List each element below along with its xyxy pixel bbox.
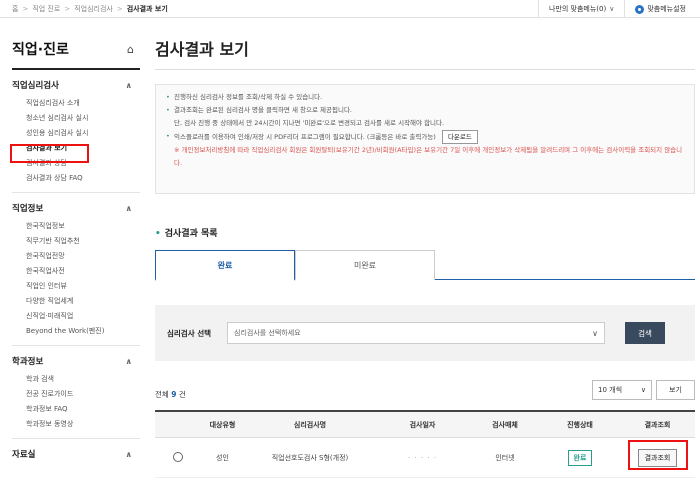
notice-line: 단, 검사 진행 중 상태에서 만 24시간이 지나면 '미완료'으로 변경되고…: [174, 119, 445, 127]
count-suffix: 건: [178, 390, 186, 399]
tab-complete[interactable]: 완료: [155, 250, 295, 281]
column-header: 대상유형: [209, 420, 236, 429]
menu-setting-label: 맞춤메뉴설정: [647, 5, 686, 13]
breadcrumb-home[interactable]: 홈: [12, 4, 18, 14]
download-button[interactable]: 다운로드: [441, 130, 478, 144]
highlight-box: [628, 440, 688, 470]
row-test-name[interactable]: 직업선호도검사 S형(개정): [245, 453, 375, 463]
breadcrumb-current: 검사결과 보기: [126, 5, 168, 13]
row-radio-cell: [155, 451, 200, 464]
section-title-label: 학과정보: [12, 357, 44, 367]
chevron-right-icon: >: [64, 5, 71, 13]
count-prefix: 전체: [155, 390, 169, 399]
per-page-select[interactable]: 10 개씩 ∨: [592, 380, 652, 400]
row-media: 인터넷: [495, 453, 515, 462]
view-button[interactable]: 보기: [656, 380, 695, 400]
search-button[interactable]: 검색: [625, 322, 665, 344]
breadcrumb: 홈 > 직업 진로 > 직업심리검사 > 검사결과 보기: [12, 4, 168, 14]
highlight-box: [10, 144, 89, 163]
notice-box: 진행하신 심리검사 정보를 조회/삭제 하실 수 있습니다. 결과조회는 완료된…: [155, 84, 695, 194]
section-title-label: 직업정보: [12, 204, 44, 214]
sidebar-item[interactable]: 청소년 심리검사 실시: [12, 111, 140, 126]
row-status-cell: 완료: [540, 449, 620, 466]
column-header: 심리검사명: [293, 420, 327, 429]
count-value: 9: [171, 390, 177, 399]
chevron-right-icon: >: [22, 5, 29, 13]
chevron-right-icon: >: [116, 5, 123, 13]
result-count: 전체 9 건: [155, 389, 186, 400]
sidebar-item[interactable]: 다양한 직업세계: [12, 294, 140, 309]
test-select[interactable]: 심리검사를 선택하세요 ∨: [227, 322, 605, 344]
menu-setting-button[interactable]: 맞춤메뉴설정: [624, 0, 692, 18]
sidebar-item[interactable]: 전공 진로가이드: [12, 387, 140, 402]
breadcrumb-career[interactable]: 직업 진로: [32, 4, 60, 14]
my-menu-label: 나만의 맞춤메뉴(0): [549, 5, 607, 13]
chevron-up-icon: ∧: [125, 80, 133, 90]
sidebar-section-title[interactable]: 자료실 ∧: [12, 443, 140, 465]
gear-icon: [635, 4, 645, 14]
select-placeholder: 심리검사를 선택하세요: [234, 329, 301, 337]
my-menu-button[interactable]: 나만의 맞춤메뉴(0) ∨: [538, 0, 624, 18]
status-badge: 완료: [567, 449, 593, 466]
sidebar-section-jobinfo: 직업정보 ∧ 한국직업정보 직무기반 직업추천 한국직업전망 한국직업사전 직업…: [12, 197, 140, 346]
column-header: 검사일자: [409, 420, 436, 429]
chevron-down-icon: ∨: [609, 5, 615, 13]
page-title: 검사결과 보기: [155, 30, 695, 70]
sidebar-header: 직업·진로 ⌂: [12, 30, 140, 70]
table-row: 성인 직업선호도검사 S형(개정) · · · · · 인터넷 완료 결과조회: [155, 438, 695, 478]
column-header: 검사매체: [492, 420, 518, 429]
sidebar-item[interactable]: 신직업·미래직업: [12, 309, 140, 324]
sidebar-item[interactable]: 성인용 심리검사 실시: [12, 126, 140, 141]
notice-text: 익스플로러를 이용하여 인쇄/저장 시 PDF리더 프로그램이 필요합니다. (…: [174, 133, 436, 141]
top-right-menu: 나만의 맞춤메뉴(0) ∨ 맞춤메뉴설정: [538, 0, 692, 18]
notice-line: 결과조회는 완료된 심리검사 명을 클릭하면 새 창으로 제공됩니다.: [166, 104, 684, 117]
per-page-value: 10 개씩: [598, 386, 623, 394]
notice-line: 익스플로러를 이용하여 인쇄/저장 시 PDF리더 프로그램이 필요합니다. (…: [166, 130, 684, 144]
sidebar-section-title[interactable]: 직업정보 ∧: [12, 197, 140, 219]
sidebar-item[interactable]: 한국직업정보: [12, 219, 140, 234]
privacy-warning: ※ 개인정보처리방침에 따라 직업심리검사 회원은 회원탈퇴(보유기간 2년)/…: [174, 146, 683, 167]
section-title-label: 자료실: [12, 450, 36, 460]
row-radio[interactable]: [172, 451, 183, 462]
chevron-down-icon: ∨: [592, 328, 598, 338]
sidebar-item[interactable]: 검사결과 상담 FAQ: [12, 171, 140, 186]
results-table: 대상유형 심리검사명 검사일자 검사매체 진행상태 결과조회 성인 직업선호도검…: [155, 410, 695, 478]
sidebar-item[interactable]: Beyond the Work(펜진): [12, 324, 140, 339]
notice-line: 진행하신 심리검사 정보를 조회/삭제 하실 수 있습니다.: [166, 91, 684, 104]
search-panel: 심리검사 선택 심리검사를 선택하세요 ∨ 검색: [155, 305, 695, 361]
sidebar-item[interactable]: 학과정보 FAQ: [12, 402, 140, 417]
section-title-label: 직업심리검사: [12, 81, 59, 91]
sidebar-item[interactable]: 학과정보 동영상: [12, 417, 140, 432]
tab-incomplete[interactable]: 미완료: [295, 250, 435, 280]
row-type: 성인: [216, 453, 229, 462]
main-content: 검사결과 보기 진행하신 심리검사 정보를 조회/삭제 하실 수 있습니다. 결…: [155, 30, 695, 478]
sidebar-item[interactable]: 직무기반 직업추천: [12, 234, 140, 249]
breadcrumb-test[interactable]: 직업심리검사: [74, 4, 113, 14]
column-header: 결과조회: [644, 420, 671, 429]
column-header: 진행상태: [567, 420, 593, 429]
chevron-down-icon: ∨: [640, 386, 646, 394]
sidebar-section-test: 직업심리검사 ∧ 직업심리검사 소개 청소년 심리검사 실시 성인용 심리검사 …: [12, 74, 140, 193]
sidebar-item[interactable]: 학과 검색: [12, 372, 140, 387]
sidebar-section-title[interactable]: 학과정보 ∧: [12, 350, 140, 372]
sidebar-item[interactable]: 직업심리검사 소개: [12, 96, 140, 111]
sidebar-section-title[interactable]: 직업심리검사 ∧: [12, 74, 140, 96]
list-title: 검사결과 목록: [155, 226, 218, 239]
sidebar-section-major: 학과정보 ∧ 학과 검색 전공 진로가이드 학과정보 FAQ 학과정보 동영상: [12, 350, 140, 439]
table-header: 대상유형 심리검사명 검사일자 검사매체 진행상태 결과조회: [155, 412, 695, 438]
chevron-up-icon: ∧: [125, 356, 133, 366]
chevron-up-icon: ∧: [125, 203, 133, 213]
sidebar-title: 직업·진로: [12, 42, 69, 58]
home-icon[interactable]: ⌂: [127, 43, 134, 56]
sidebar-item[interactable]: 한국직업사전: [12, 264, 140, 279]
chevron-up-icon: ∧: [125, 449, 133, 459]
sidebar-item[interactable]: 직업인 인터뷰: [12, 279, 140, 294]
sidebar-item[interactable]: 한국직업전망: [12, 249, 140, 264]
sidebar-section-archive: 자료실 ∧: [12, 443, 140, 471]
search-label: 심리검사 선택: [167, 328, 212, 338]
tab-bar: 완료 미완료: [155, 250, 695, 281]
top-bar: 홈 > 직업 진로 > 직업심리검사 > 검사결과 보기 나만의 맞춤메뉴(0)…: [0, 0, 700, 18]
sidebar: 직업·진로 ⌂ 직업심리검사 ∧ 직업심리검사 소개 청소년 심리검사 실시 성…: [12, 30, 140, 471]
row-date: · · · · ·: [407, 453, 438, 462]
